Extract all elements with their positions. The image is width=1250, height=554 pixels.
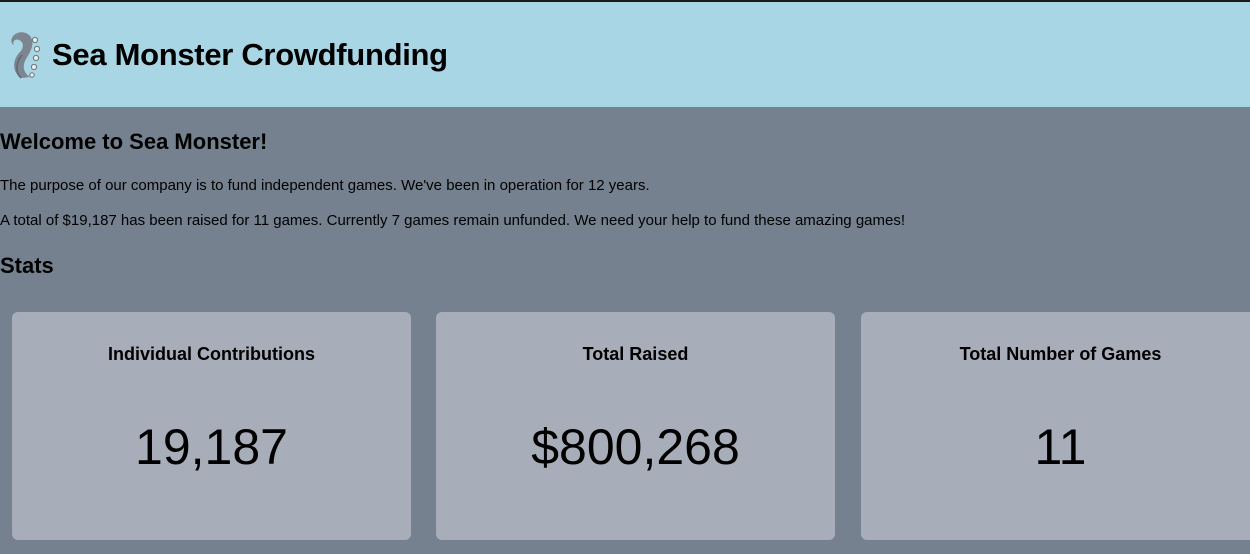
funding-summary-text: A total of $19,187 has been raised for 1… [0,212,906,229]
site-header: Sea Monster Crowdfunding [0,2,1250,107]
stat-card-contributions: Individual Contributions 19,187 [12,312,411,540]
company-purpose-text: The purpose of our company is to fund in… [0,177,650,194]
site-title: Sea Monster Crowdfunding [52,37,448,72]
welcome-heading: Welcome to Sea Monster! [0,129,268,154]
stat-card-value: $800,268 [531,419,740,475]
sea-monster-tentacle-icon [11,32,41,79]
stat-card-total-games: Total Number of Games 11 [861,312,1250,540]
stat-card-label: Individual Contributions [108,344,315,364]
stat-card-label: Total Raised [582,344,689,364]
stat-card-value: 19,187 [135,419,288,475]
stats-heading: Stats [0,253,54,278]
stat-card-total-raised: Total Raised $800,268 [436,312,835,540]
stat-card-value: 11 [1034,419,1087,475]
stat-card-label: Total Number of Games [959,344,1162,364]
